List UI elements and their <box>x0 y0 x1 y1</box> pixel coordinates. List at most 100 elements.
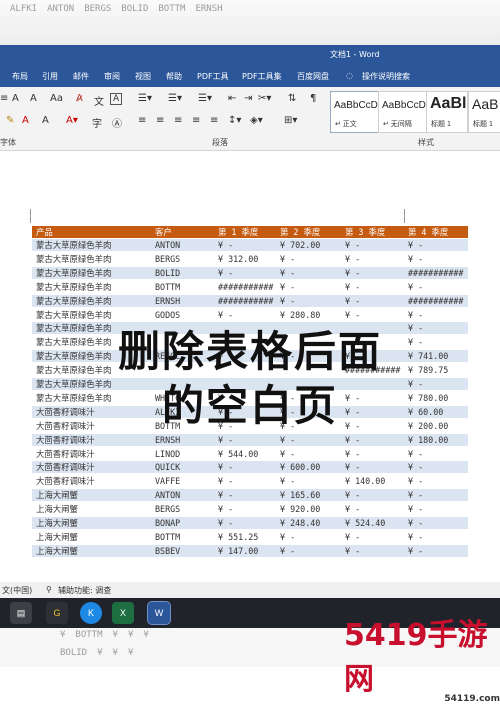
page-corner-mark <box>30 209 31 223</box>
table-cell: ¥ - <box>280 545 296 556</box>
font-grow-icon[interactable]: A <box>12 93 19 104</box>
table-cell: ¥ - <box>408 490 424 501</box>
lightbulb-icon[interactable]: ◌ <box>346 71 353 80</box>
decrease-indent-icon[interactable]: ⇤ <box>228 93 236 104</box>
ghost-row: ALFKI ANTON BERGS BOLID BOTTM ERNSH <box>10 4 223 14</box>
clear-format-icon[interactable]: A̷ <box>76 93 83 104</box>
tab-review[interactable]: 审阅 <box>104 71 120 82</box>
font-color-dropdown-icon[interactable]: A▾ <box>66 115 78 126</box>
table-header-cell: 客户 <box>155 227 172 237</box>
borders-icon[interactable]: ⊞▾ <box>284 115 297 126</box>
overlay-caption-line-2: 的空白页 <box>161 381 338 430</box>
table-cell: ¥ - <box>345 545 361 556</box>
justify-icon[interactable]: ≡ <box>192 115 200 126</box>
style-normal[interactable]: AaBbCcDc ↵ 正文 <box>330 91 383 133</box>
table-cell: ¥ - <box>345 490 361 501</box>
multilevel-list-icon[interactable]: ☰▾ <box>198 93 212 104</box>
table-cell: ¥ - <box>345 531 361 542</box>
language-status[interactable]: 文(中国) <box>2 585 32 596</box>
enclose-char-icon[interactable]: 字 <box>92 115 102 130</box>
distributed-icon[interactable]: ≡ <box>210 115 218 126</box>
char-shading-icon[interactable]: A <box>42 115 49 126</box>
show-marks-icon[interactable]: ¶ <box>310 93 316 104</box>
phonetic-guide-icon[interactable]: 文 <box>94 93 104 108</box>
char-border-icon[interactable]: A <box>110 93 123 105</box>
table-cell: QUICK <box>155 462 181 473</box>
table-cell: ¥ - <box>218 462 234 473</box>
text-align-icon[interactable]: ≡ <box>0 93 8 104</box>
excel-icon[interactable]: X <box>112 602 134 624</box>
line-spacing-icon[interactable]: ↕▾ <box>228 115 241 126</box>
numbering-icon[interactable]: ☰▾ <box>168 93 182 104</box>
table-cell: ¥ - <box>218 476 234 487</box>
tab-view[interactable]: 视图 <box>135 71 151 82</box>
table-cell: 上海大闸蟹 <box>36 545 78 556</box>
ribbon-tabs: 布局 引用 邮件 审阅 视图 帮助 PDF工具 PDF工具集 百度网盘 ◌ 操作… <box>0 65 500 87</box>
table-cell: ########### <box>218 295 274 306</box>
accessibility-status[interactable]: 辅助功能: 调查 <box>58 585 111 596</box>
sort-icon[interactable]: ⇅ <box>288 93 296 104</box>
table-cell: ¥ - <box>218 434 234 445</box>
tell-me-search[interactable]: 操作说明搜索 <box>362 71 410 82</box>
group-label-paragraph: 段落 <box>212 138 228 147</box>
asian-layout-icon[interactable]: ✂▾ <box>258 93 271 104</box>
table-cell: ¥ - <box>408 504 424 515</box>
style-heading-2[interactable]: AaB 标题 1 <box>468 91 500 133</box>
table-cell: 大茴香籽调味汁 <box>36 448 95 459</box>
table-cell: ¥ - <box>345 448 361 459</box>
table-cell: ¥ - <box>345 462 361 473</box>
font-shrink-icon[interactable]: A <box>30 93 37 104</box>
style-no-spacing[interactable]: AaBbCcDc ↵ 无间隔 <box>378 91 431 133</box>
tab-references[interactable]: 引用 <box>42 71 58 82</box>
table-cell: ANTON <box>155 490 181 501</box>
char-scale-icon[interactable]: Ⓐ <box>112 115 122 130</box>
title-bar: 文档1 - Word <box>0 45 500 65</box>
tab-layout[interactable]: 布局 <box>12 71 28 82</box>
tab-mailings[interactable]: 邮件 <box>73 71 89 82</box>
table-cell: BSBEV <box>155 545 181 556</box>
table-row <box>32 461 468 474</box>
style-heading-1[interactable]: AaBl 标题 1 <box>426 91 468 133</box>
table-cell: ¥ 702.00 <box>280 240 321 250</box>
word-icon[interactable]: W <box>147 601 171 625</box>
taskbar-app-g[interactable]: G <box>46 602 68 624</box>
table-cell: ¥ - <box>280 281 296 292</box>
font-color-icon[interactable]: A <box>22 115 29 126</box>
shading-icon[interactable]: ◈▾ <box>250 115 263 126</box>
ribbon: ≡ A A Aa A̷ 文 A ✎ A A A▾ 字 Ⓐ ☰▾ ☰▾ ☰▾ ⇤ … <box>0 87 500 151</box>
style-sample: AaBbCcDc <box>334 100 383 111</box>
table-cell: ########### <box>408 295 464 306</box>
tab-help[interactable]: 帮助 <box>166 71 182 82</box>
highlight-icon[interactable]: ✎ <box>6 115 14 126</box>
table-cell: ¥ - <box>408 476 424 487</box>
table-cell: ¥ - <box>280 295 296 306</box>
table-cell: 蒙古大草原绿色羊肉 <box>36 240 112 250</box>
table-cell: ¥ - <box>280 267 296 278</box>
table-header-cell: 第 4 季度 <box>408 227 449 237</box>
tab-pdf-toolset[interactable]: PDF工具集 <box>242 71 282 82</box>
taskbar-app-k[interactable]: K <box>80 602 102 624</box>
table-cell: BONAP <box>155 518 181 528</box>
watermark-logo: 5419手游网 54119.com <box>344 610 500 704</box>
table-cell: ¥ - <box>408 253 424 264</box>
align-left-icon[interactable]: ≡ <box>138 115 146 126</box>
top-blurred-area: ALFKI ANTON BERGS BOLID BOTTM ERNSH <box>0 0 500 48</box>
bullets-icon[interactable]: ☰▾ <box>138 93 152 104</box>
file-explorer-icon[interactable]: ▤ <box>10 602 32 624</box>
table-cell: ¥ - <box>218 240 234 250</box>
table-cell: ¥ - <box>408 531 424 542</box>
table-cell: ¥ - <box>280 434 296 445</box>
table-header-cell: 产品 <box>36 227 53 237</box>
accessibility-icon[interactable]: ⚲ <box>46 585 52 594</box>
table-cell: ¥ 544.00 <box>218 448 259 459</box>
table-cell: ¥ - <box>345 281 361 292</box>
increase-indent-icon[interactable]: ⇥ <box>244 93 252 104</box>
align-center-icon[interactable]: ≡ <box>156 115 164 126</box>
change-case-icon[interactable]: Aa <box>50 93 63 104</box>
style-name: 标题 1 <box>473 121 493 128</box>
table-cell: ERNSH <box>155 434 181 445</box>
tab-baidu-netdisk[interactable]: 百度网盘 <box>297 71 329 82</box>
align-right-icon[interactable]: ≡ <box>174 115 182 126</box>
table-cell: ¥ - <box>345 253 361 264</box>
tab-pdf-tools[interactable]: PDF工具 <box>197 71 229 82</box>
